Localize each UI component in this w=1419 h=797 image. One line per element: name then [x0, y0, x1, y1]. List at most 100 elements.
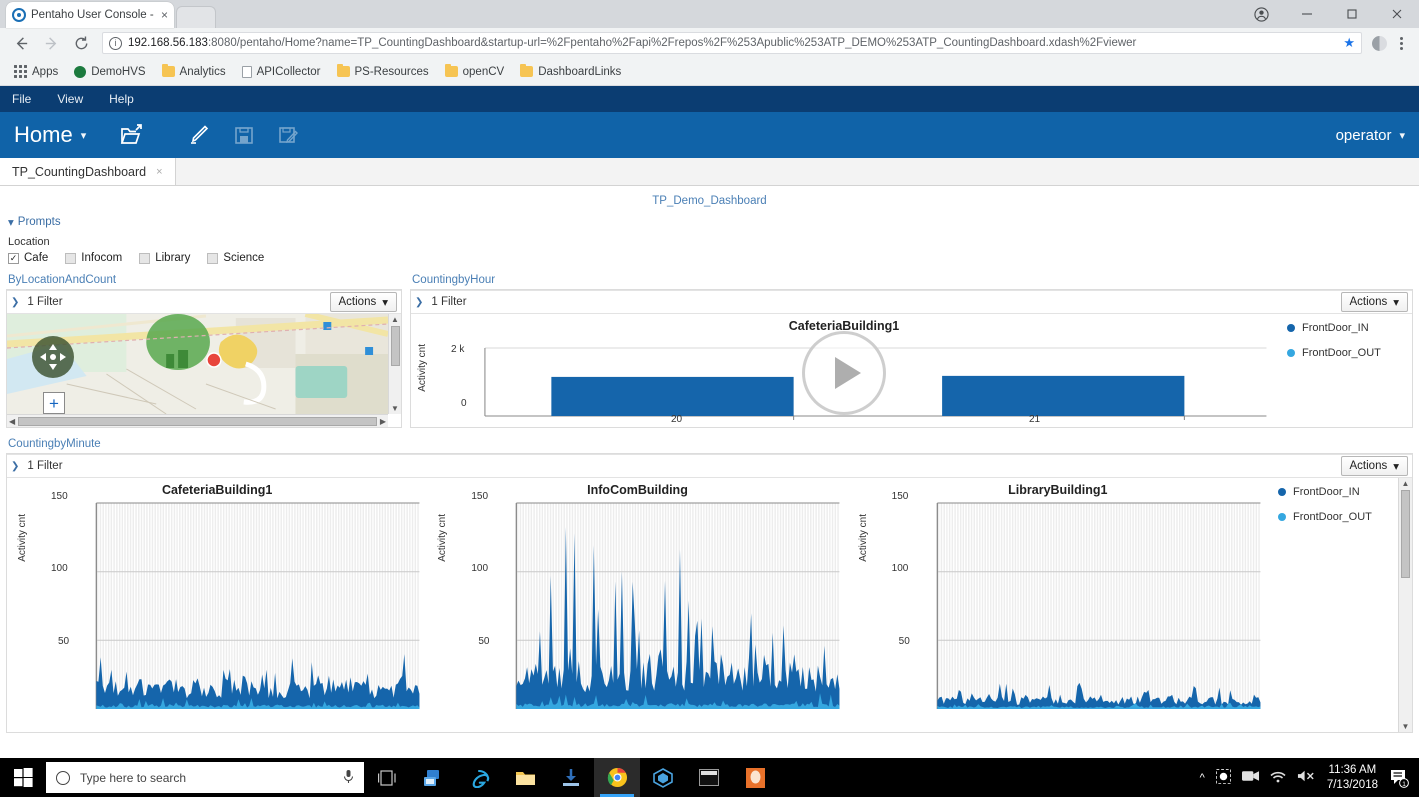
minimize-button[interactable]	[1284, 0, 1329, 28]
extension-icon[interactable]	[1372, 36, 1387, 51]
folder-icon	[162, 66, 175, 77]
taskbar-app-terminal[interactable]	[686, 758, 732, 797]
bookmark-analytics[interactable]: Analytics	[156, 64, 232, 80]
close-window-button[interactable]	[1374, 0, 1419, 28]
network-wifi-icon[interactable]	[1270, 770, 1286, 786]
bookmark-apps[interactable]: Apps	[8, 63, 64, 80]
task-view-button[interactable]	[364, 758, 410, 797]
pentaho-toolbar: Home ▾ operator ▾	[0, 112, 1419, 158]
address-bar[interactable]: i 192.168.56.183:8080/pentaho/Home?name=…	[102, 32, 1362, 54]
scroll-right-icon[interactable]: ▶	[378, 416, 388, 427]
minute-chart-body: 150 100 50	[7, 497, 427, 715]
chrome-menu-icon[interactable]	[1391, 37, 1411, 50]
map-widget[interactable]: + ▲ ▼ ◀ ▶	[7, 314, 401, 427]
play-button[interactable]	[802, 331, 886, 415]
map-canvas[interactable]: +	[7, 314, 388, 414]
scroll-down-icon[interactable]: ▼	[389, 403, 401, 414]
map-pan-control[interactable]	[32, 336, 74, 378]
minute-actions-button[interactable]: Actions ▾	[1341, 456, 1409, 476]
map-filter-toggle[interactable]: ❯ 1 Filter	[11, 296, 63, 308]
back-button[interactable]	[8, 30, 34, 56]
microphone-icon[interactable]	[343, 769, 354, 787]
close-icon[interactable]: ×	[156, 166, 162, 178]
tab-tp-countingdashboard[interactable]: TP_CountingDashboard ×	[0, 158, 176, 185]
checkbox-infocom[interactable]: Infocom	[65, 252, 122, 264]
home-menu-button[interactable]: Home ▾	[14, 122, 86, 148]
tray-app-icon[interactable]	[1216, 769, 1231, 787]
bookmark-demohvs[interactable]: DemoHVS	[68, 64, 151, 80]
save-button[interactable]	[222, 125, 266, 146]
scroll-down-icon[interactable]: ▼	[1400, 721, 1412, 732]
minute-chart-infocom[interactable]: InfoComBuilding Activity cnt 150 100 50	[427, 478, 847, 732]
clock[interactable]: 11:36 AM 7/13/2018	[1327, 763, 1378, 792]
save-as-button[interactable]	[266, 125, 310, 146]
minute-panel-scrollbar[interactable]: ▲ ▼	[1398, 478, 1412, 732]
legend-item-frontdoor-out[interactable]: FrontDoor_OUT	[1287, 347, 1412, 359]
taskbar-app-virtualbox[interactable]	[640, 758, 686, 797]
prompts-toggle[interactable]: ▾ Prompts	[8, 215, 1411, 229]
minute-scroll-thumb[interactable]	[1401, 490, 1410, 578]
legend-item-frontdoor-in[interactable]: FrontDoor_IN	[1287, 322, 1412, 334]
bookmark-apicollector[interactable]: APICollector	[236, 64, 327, 80]
hour-filter-toggle[interactable]: ❯ 1 Filter	[415, 296, 467, 308]
chevron-right-icon: ❯	[415, 297, 423, 308]
legend-item-frontdoor-in[interactable]: FrontDoor_IN	[1278, 486, 1398, 498]
dashboard-row-2: CountingbyMinute ❯ 1 Filter Actions ▾ Ca…	[0, 428, 1419, 733]
start-button[interactable]	[0, 758, 46, 797]
clock-time: 11:36 AM	[1327, 763, 1378, 777]
site-info-icon[interactable]: i	[109, 37, 122, 50]
map-vscroll-thumb[interactable]	[391, 326, 400, 366]
close-icon[interactable]: ×	[157, 8, 168, 22]
checkbox-science[interactable]: Science	[207, 252, 264, 264]
hour-ytick-bottom: 0	[461, 398, 467, 409]
minute-chart-svg	[7, 497, 427, 715]
hour-actions-button[interactable]: Actions ▾	[1341, 292, 1409, 312]
bookmark-star-icon[interactable]: ★	[1343, 35, 1355, 51]
taskbar-app-internet-explorer[interactable]	[456, 758, 502, 797]
open-file-button[interactable]	[110, 124, 154, 146]
scroll-left-icon[interactable]: ◀	[7, 416, 17, 427]
window-controls	[1239, 0, 1419, 28]
maximize-button[interactable]	[1329, 0, 1374, 28]
show-hidden-icons-button[interactable]: ^	[1200, 772, 1205, 784]
map-zoom-in-button[interactable]: +	[43, 392, 65, 414]
taskbar-app-chrome[interactable]	[594, 758, 640, 797]
home-label: Home	[14, 122, 73, 148]
checkbox-library[interactable]: Library	[139, 252, 190, 264]
hour-chart[interactable]: CafeteriaBuilding1 Activity cnt 2 k 0 20…	[411, 314, 1277, 427]
profile-avatar-icon[interactable]	[1239, 0, 1284, 28]
minute-filter-toggle[interactable]: ❯ 1 Filter	[11, 460, 63, 472]
scroll-up-icon[interactable]: ▲	[1400, 478, 1412, 489]
minute-chart-library[interactable]: LibraryBuilding1 Activity cnt 150 100 50	[848, 478, 1268, 732]
notifications-button[interactable]: 1	[1389, 768, 1409, 788]
minute-charts: CafeteriaBuilding1 Activity cnt 150 100 …	[7, 478, 1268, 732]
taskbar-app-downloads[interactable]	[548, 758, 594, 797]
map-hscroll-thumb[interactable]	[18, 417, 377, 426]
edit-pencil-button[interactable]	[178, 124, 222, 146]
user-menu[interactable]: operator ▾	[1336, 127, 1405, 144]
reload-button[interactable]	[68, 30, 94, 56]
legend-item-frontdoor-out[interactable]: FrontDoor_OUT	[1278, 511, 1398, 523]
browser-tab[interactable]: Pentaho User Console - ×	[6, 2, 174, 28]
menu-view[interactable]: View	[57, 92, 83, 106]
volume-muted-icon[interactable]	[1297, 769, 1316, 786]
taskbar-app-file-explorer[interactable]	[502, 758, 548, 797]
new-tab-button[interactable]	[176, 6, 216, 28]
menu-file[interactable]: File	[12, 92, 31, 106]
search-input[interactable]: Type here to search	[46, 762, 364, 793]
menu-help[interactable]: Help	[109, 92, 134, 106]
map-vertical-scrollbar[interactable]: ▲ ▼	[388, 314, 401, 414]
forward-button[interactable]	[38, 30, 64, 56]
bookmark-dashboardlinks[interactable]: DashboardLinks	[514, 64, 627, 80]
checkbox-label: Science	[223, 252, 264, 264]
bookmark-ps-resources[interactable]: PS-Resources	[331, 64, 435, 80]
bookmark-opencv[interactable]: openCV	[439, 64, 511, 80]
map-horizontal-scrollbar[interactable]: ◀ ▶	[7, 414, 388, 427]
checkbox-cafe[interactable]: ✓ Cafe	[8, 252, 48, 264]
taskbar-app-vlc[interactable]	[732, 758, 778, 797]
taskbar-app-remote-desktop[interactable]	[410, 758, 456, 797]
map-actions-button[interactable]: Actions ▾	[330, 292, 398, 312]
tray-camera-icon[interactable]	[1242, 770, 1259, 785]
minute-chart-cafeteria[interactable]: CafeteriaBuilding1 Activity cnt 150 100 …	[7, 478, 427, 732]
scroll-up-icon[interactable]: ▲	[389, 314, 401, 325]
